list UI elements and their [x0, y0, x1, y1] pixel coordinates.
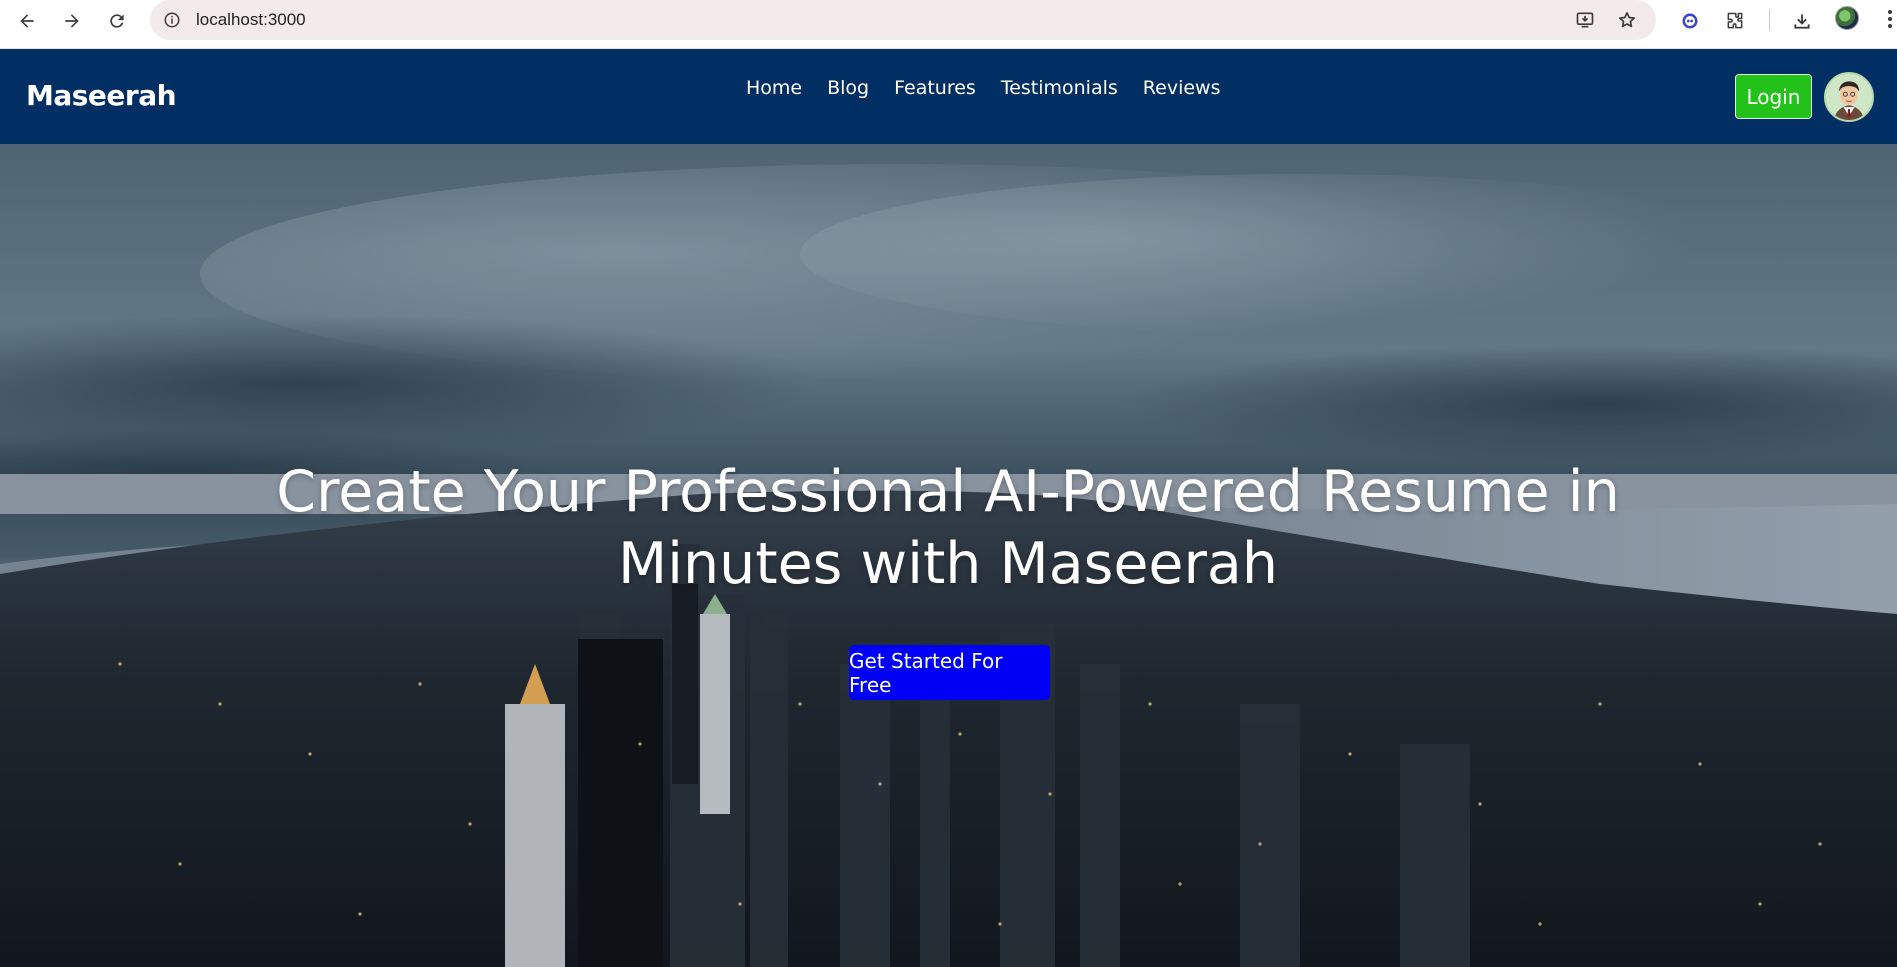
nav-link-blog[interactable]: Blog — [827, 77, 869, 99]
nav-link-home[interactable]: Home — [746, 77, 802, 99]
more-menu-icon[interactable] — [1886, 8, 1894, 30]
puzzle-icon[interactable] — [1720, 6, 1750, 36]
hero-section: Create Your Professional AI-Powered Resu… — [0, 144, 1897, 967]
download-icon[interactable] — [1787, 6, 1817, 36]
reload-icon[interactable] — [102, 6, 132, 36]
nav-link-reviews[interactable]: Reviews — [1143, 77, 1221, 99]
nav-link-features[interactable]: Features — [894, 77, 976, 99]
address-bar[interactable]: localhost:3000 — [150, 0, 1656, 40]
get-started-button[interactable]: Get Started For Free — [849, 645, 1050, 700]
bookmark-star-icon[interactable] — [1612, 5, 1642, 35]
hero-title-line1: Create Your Professional AI-Powered Resu… — [276, 459, 1620, 525]
url-text[interactable]: localhost:3000 — [196, 10, 306, 30]
install-app-icon[interactable] — [1570, 5, 1600, 35]
site-info-icon[interactable] — [162, 10, 182, 30]
toolbar-divider — [1769, 9, 1770, 31]
site-navbar: Maseerah Home Blog Features Testimonials… — [0, 49, 1897, 144]
back-arrow-icon[interactable] — [12, 6, 42, 36]
login-button[interactable]: Login — [1735, 74, 1812, 119]
hero-title: Create Your Professional AI-Powered Resu… — [248, 456, 1648, 600]
nav-links: Home Blog Features Testimonials Reviews — [746, 77, 1245, 99]
forward-arrow-icon[interactable] — [57, 6, 87, 36]
user-avatar[interactable] — [1824, 72, 1874, 122]
hero-title-line2: Minutes with Maseerah — [618, 531, 1278, 597]
extension-icon[interactable] — [1675, 6, 1705, 36]
browser-toolbar: localhost:3000 — [0, 0, 1897, 49]
profile-avatar[interactable] — [1835, 6, 1859, 30]
nav-link-testimonials[interactable]: Testimonials — [1001, 77, 1118, 99]
brand-logo[interactable]: Maseerah — [26, 79, 177, 112]
